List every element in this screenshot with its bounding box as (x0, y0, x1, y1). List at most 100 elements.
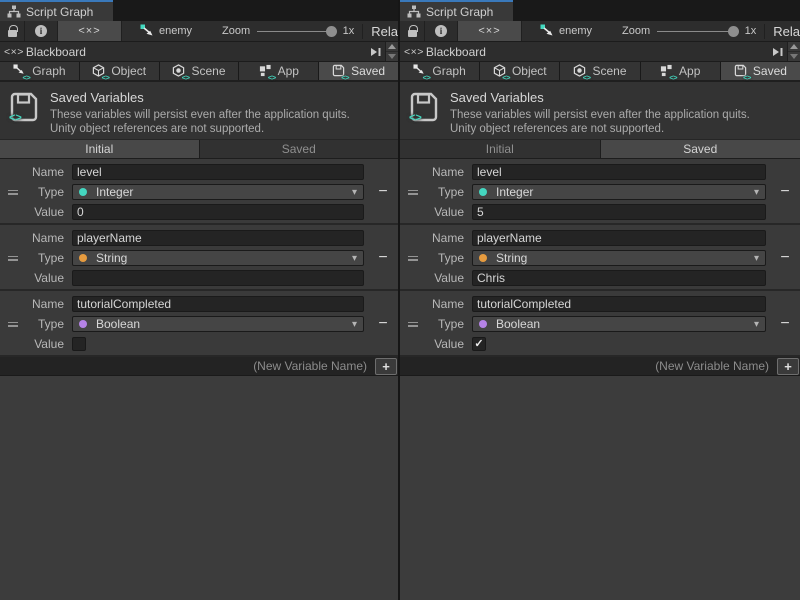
value-label: Value (426, 337, 466, 351)
variable-value-input[interactable]: 0 (72, 204, 364, 220)
dock-panel-icon[interactable] (371, 47, 382, 57)
tab-script-graph[interactable]: Script Graph (0, 0, 113, 21)
tab-label: Object (111, 64, 146, 78)
tab-saved[interactable]: <> Saved (319, 62, 398, 80)
variable-value-input[interactable]: 5 (472, 204, 766, 220)
drag-handle[interactable] (8, 322, 18, 327)
blackboard-empty-area (400, 376, 800, 600)
tab-object[interactable]: <> Object (480, 62, 559, 80)
new-variable-name-input[interactable]: (New Variable Name) (0, 357, 375, 375)
tab-app[interactable]: <> App (641, 62, 720, 80)
graph-reference-button[interactable]: <×> (458, 21, 522, 41)
tab-saved-state[interactable]: Saved (200, 140, 399, 158)
tab-initial[interactable]: Initial (400, 140, 600, 158)
add-variable-button[interactable]: + (375, 358, 397, 375)
graph-reference-button[interactable]: <×> (58, 21, 122, 41)
tab-saved[interactable]: <> Saved (721, 62, 800, 80)
remove-variable-button[interactable]: − (378, 250, 387, 266)
lock-button[interactable] (400, 21, 425, 41)
script-badge-icon: <> (102, 74, 110, 82)
remove-variable-button[interactable]: − (378, 184, 387, 200)
tab-script-graph[interactable]: Script Graph (400, 0, 513, 21)
variable-block-level: Name level Type Integer ▾ − (400, 159, 800, 225)
tab-app[interactable]: <> App (239, 62, 318, 80)
lock-button[interactable] (0, 21, 25, 41)
scroll-down-button[interactable] (386, 51, 398, 61)
tab-label: Graph (32, 64, 65, 78)
graph-tab-icon: <> (413, 64, 427, 78)
zoom-slider-handle[interactable] (728, 26, 739, 37)
tab-saved-state[interactable]: Saved (601, 140, 800, 158)
info-button[interactable] (25, 21, 58, 41)
scroll-up-button[interactable] (788, 42, 800, 51)
tab-label: Object (512, 64, 547, 78)
info-button[interactable] (425, 21, 458, 41)
add-variable-button[interactable]: + (777, 358, 799, 375)
variable-type-dropdown[interactable]: String ▾ (472, 250, 766, 266)
variable-value-input[interactable] (72, 270, 364, 286)
info-texts: Saved Variables These variables will per… (450, 90, 792, 133)
variable-value-checkbox[interactable]: ✓ (472, 337, 486, 351)
type-label: Type (426, 251, 466, 265)
new-variable-name-input[interactable]: (New Variable Name) (400, 357, 777, 375)
variable-name-input[interactable]: playerName (472, 230, 766, 246)
variables-icon: <×> (404, 46, 424, 58)
tab-graph[interactable]: <> Graph (400, 62, 479, 80)
value-label: Value (26, 205, 66, 219)
tab-object[interactable]: <> Object (80, 62, 159, 80)
zoom-slider[interactable] (657, 31, 736, 32)
variable-type-dropdown[interactable]: Integer ▾ (472, 184, 766, 200)
scroll-up-button[interactable] (386, 42, 398, 51)
type-label: Type (426, 317, 466, 331)
info-line-1: These variables will persist even after … (450, 108, 792, 122)
variable-name-input[interactable]: tutorialCompleted (72, 296, 364, 312)
variable-type-dropdown[interactable]: String ▾ (72, 250, 364, 266)
remove-variable-button[interactable]: − (780, 184, 789, 200)
object-tab-icon: <> (92, 64, 106, 78)
variable-scope-tabs: <> Graph <> Object (400, 62, 800, 82)
zoom-value: 1x (745, 25, 757, 37)
type-value: String (496, 251, 754, 265)
info-icon (435, 25, 447, 37)
remove-variable-button[interactable]: − (780, 250, 789, 266)
variable-list: Name level Type Integer ▾ − (0, 159, 398, 357)
remove-variable-button[interactable]: − (780, 316, 789, 332)
chevron-down-icon (790, 54, 798, 59)
blackboard-panel: Script Graph <×> (0, 0, 400, 600)
tab-scene[interactable]: <> Scene (160, 62, 239, 80)
graph-breadcrumb[interactable]: enemy (140, 24, 192, 38)
remove-variable-button[interactable]: − (378, 316, 387, 332)
variable-value-checkbox[interactable] (72, 337, 86, 351)
drag-handle[interactable] (8, 256, 18, 261)
type-label: Type (26, 317, 66, 331)
zoom-slider-handle[interactable] (326, 26, 337, 37)
variable-block-playername: Name playerName Type String ▾ − (0, 225, 398, 291)
type-value: Integer (96, 185, 352, 199)
zoom-slider[interactable] (257, 31, 334, 32)
scroll-down-button[interactable] (788, 51, 800, 61)
scene-tab-icon: <> (172, 64, 186, 78)
variable-name-input[interactable]: level (472, 164, 766, 180)
variable-name-input[interactable]: level (72, 164, 364, 180)
tab-scene[interactable]: <> Scene (560, 62, 639, 80)
tab-graph[interactable]: <> Graph (0, 62, 79, 80)
drag-handle[interactable] (408, 256, 418, 261)
variable-type-dropdown[interactable]: Boolean ▾ (72, 316, 364, 332)
dock-panel-icon[interactable] (773, 47, 784, 57)
script-badge-icon: <> (341, 74, 349, 82)
tab-initial[interactable]: Initial (0, 140, 199, 158)
type-color-dot (79, 320, 87, 328)
variable-type-dropdown[interactable]: Boolean ▾ (472, 316, 766, 332)
variable-type-dropdown[interactable]: Integer ▾ (72, 184, 364, 200)
relations-toggle[interactable]: Rela (362, 24, 398, 39)
drag-handle[interactable] (408, 190, 418, 195)
variable-name-input[interactable]: playerName (72, 230, 364, 246)
relations-toggle[interactable]: Rela (764, 24, 800, 39)
variable-name-input[interactable]: tutorialCompleted (472, 296, 766, 312)
blackboard-empty-area (0, 376, 398, 600)
variable-value-input[interactable]: Chris (472, 270, 766, 286)
drag-handle[interactable] (408, 322, 418, 327)
drag-handle[interactable] (8, 190, 18, 195)
blackboard-title: Blackboard (26, 45, 371, 59)
graph-breadcrumb[interactable]: enemy (540, 24, 592, 38)
